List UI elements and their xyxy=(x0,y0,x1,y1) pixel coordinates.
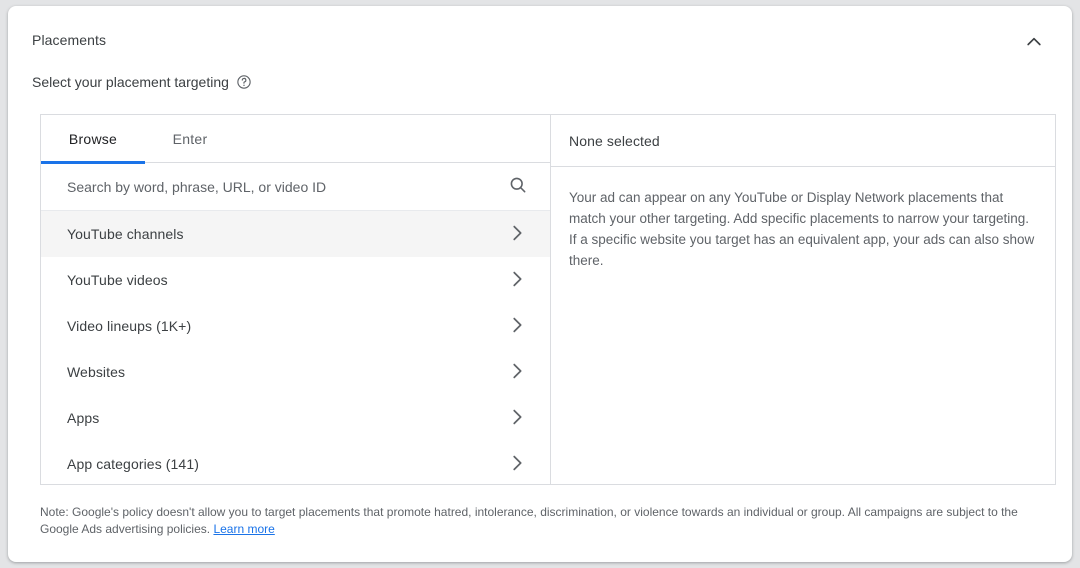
subtitle-row: Select your placement targeting xyxy=(32,72,1048,92)
browse-pane: Browse Enter xyxy=(41,115,551,484)
selection-pane: None selected Your ad can appear on any … xyxy=(551,115,1055,484)
browse-item-apps[interactable]: Apps xyxy=(41,395,550,441)
browse-list: YouTube channels YouTube videos Video li… xyxy=(41,211,550,484)
page-title: Placements xyxy=(32,30,1048,50)
list-item-label: App categories (141) xyxy=(67,454,506,474)
search-button[interactable] xyxy=(506,175,530,199)
search-row xyxy=(41,163,550,211)
card-header: Placements Select your placement targeti… xyxy=(8,6,1072,92)
list-item-label: Video lineups (1K+) xyxy=(67,316,506,336)
chevron-right-icon xyxy=(506,360,530,384)
chevron-right-icon xyxy=(506,222,530,246)
browse-item-websites[interactable]: Websites xyxy=(41,349,550,395)
list-item-label: Websites xyxy=(67,362,506,382)
tab-enter[interactable]: Enter xyxy=(145,115,235,163)
collapse-panel-button[interactable] xyxy=(1018,26,1050,58)
browse-item-app-categories[interactable]: App categories (141) xyxy=(41,441,550,484)
tab-bar: Browse Enter xyxy=(41,115,550,163)
help-circle-icon[interactable] xyxy=(236,74,252,90)
chevron-right-icon xyxy=(506,452,530,476)
chevron-up-icon xyxy=(1024,32,1044,52)
browse-item-youtube-channels[interactable]: YouTube channels xyxy=(41,211,550,257)
search-input[interactable] xyxy=(67,177,506,197)
tab-browse[interactable]: Browse xyxy=(41,115,145,163)
tab-browse-label: Browse xyxy=(69,131,117,147)
learn-more-link[interactable]: Learn more xyxy=(213,522,274,536)
selection-body: Your ad can appear on any YouTube or Dis… xyxy=(551,167,1055,271)
placement-selector-box: Browse Enter xyxy=(40,114,1056,485)
selection-description: Your ad can appear on any YouTube or Dis… xyxy=(569,187,1037,271)
browse-item-video-lineups[interactable]: Video lineups (1K+) xyxy=(41,303,550,349)
list-item-label: YouTube videos xyxy=(67,270,506,290)
policy-note-text: Note: Google's policy doesn't allow you … xyxy=(40,505,1018,536)
selection-header: None selected xyxy=(551,115,1055,167)
search-icon xyxy=(508,175,528,198)
list-item-label: Apps xyxy=(67,408,506,428)
chevron-right-icon xyxy=(506,406,530,430)
list-item-label: YouTube channels xyxy=(67,224,506,244)
browse-item-youtube-videos[interactable]: YouTube videos xyxy=(41,257,550,303)
chevron-right-icon xyxy=(506,268,530,292)
policy-note: Note: Google's policy doesn't allow you … xyxy=(40,504,1042,538)
placements-card: Placements Select your placement targeti… xyxy=(8,6,1072,562)
chevron-right-icon xyxy=(506,314,530,338)
tab-enter-label: Enter xyxy=(173,131,208,147)
subtitle-label: Select your placement targeting xyxy=(32,72,229,92)
